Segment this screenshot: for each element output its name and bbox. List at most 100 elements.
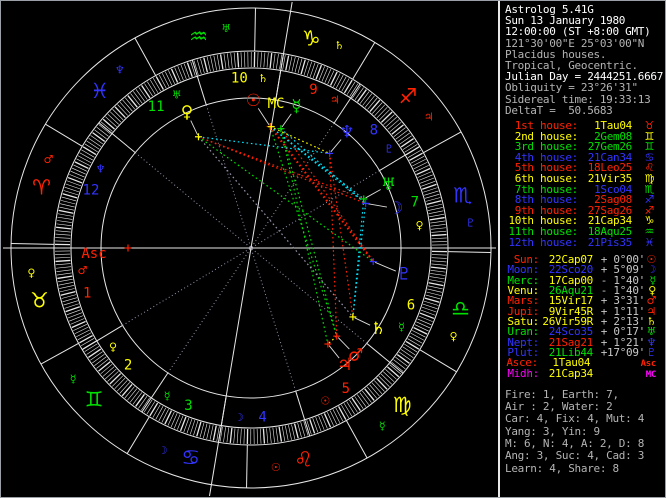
degree-tick <box>121 384 133 397</box>
degree-tick <box>351 397 361 411</box>
degree-tick <box>132 392 143 405</box>
degree-tick <box>55 233 71 236</box>
degree-tick <box>223 53 227 69</box>
degree-tick <box>417 318 432 326</box>
degree-tick <box>60 290 76 296</box>
degree-tick <box>57 275 73 280</box>
degree-tick <box>147 81 156 95</box>
aspect-line-mercury-jupiter <box>280 128 329 345</box>
degree-tick <box>395 129 408 140</box>
header-line-2: 12:00:00 (ST +8:00 GMT) <box>505 25 651 39</box>
degree-tick <box>119 101 131 114</box>
degree-tick <box>269 53 273 69</box>
planet-glyph-saturn: ♄ <box>371 319 386 339</box>
degree-tick <box>244 52 246 68</box>
degree-tick <box>230 53 233 69</box>
degree-tick <box>380 111 393 123</box>
house-ruler-icon: ♀ <box>109 341 117 354</box>
planet-pointer-line <box>354 317 371 326</box>
degree-tick <box>56 226 72 230</box>
degree-tick <box>259 428 262 444</box>
sign-glyph-virgo: ♍ <box>393 393 412 417</box>
aspect-line-venus-pluto <box>198 136 374 263</box>
sign-glyph-cancer: ♋ <box>181 445 200 469</box>
degree-tick <box>109 373 122 385</box>
degree-tick <box>56 272 72 276</box>
aspect-line-mercury-mars <box>280 128 338 337</box>
degree-tick <box>409 335 423 344</box>
degree-tick <box>383 371 395 383</box>
astrolog-window: ♈ ♂ ♉ ♀ ♊ ☿ ♋ ☽ ♌ ☉ ♍ ☿ ♎ ♀ ♏ ♇ ♐ ♃ ♑ ♄ ♒ ♅ ♓ ♆ 1 ♂ 2 ♀ 3 ☿ 4 ☽ 5 ☉ 6 ☿ 7 ♀ 8 ♇… <box>0 0 666 498</box>
degree-tick <box>243 428 245 444</box>
sign-ruler-icon: ♆ <box>115 64 125 77</box>
degree-tick <box>216 54 221 70</box>
degree-tick <box>324 68 332 83</box>
degree-tick <box>346 401 355 415</box>
degree-tick <box>55 256 71 259</box>
degree-tick <box>332 409 341 423</box>
info-sidebar: Astrolog 5.41G Sun 13 January 1980 12:00:0… <box>498 1 665 497</box>
sign-ruler-icon: ☉ <box>271 461 281 474</box>
sign-glyph-aries: ♈ <box>32 176 51 200</box>
degree-tick <box>158 74 167 89</box>
degree-tick <box>272 427 275 443</box>
degree-tick <box>155 76 165 90</box>
degree-tick <box>333 73 341 87</box>
planet-row-midh: Midh: 21Cap34 MC <box>505 368 665 380</box>
degree-tick <box>240 428 242 444</box>
degree-tick <box>100 363 113 375</box>
degree-tick <box>130 93 140 106</box>
sign-ruler-icon: ♀ <box>450 330 458 343</box>
degree-tick <box>278 426 283 442</box>
aspect-line-venus-neptune <box>198 136 330 154</box>
degree-tick <box>84 143 98 153</box>
sign-glyph-libra: ♎ <box>451 296 470 320</box>
degree-tick <box>402 141 416 150</box>
degree-tick <box>430 227 446 230</box>
degree-tick <box>415 165 429 172</box>
degree-tick <box>376 106 388 119</box>
degree-tick <box>200 58 205 74</box>
sign-glyph-leo: ♌ <box>294 448 313 472</box>
point-label-mc: MC <box>268 96 285 112</box>
planet-position-list: Sun: 22Cap07 + 0°00' ☉ Moon: 22Sco20 + 5°09' ☽ M… <box>505 254 665 381</box>
degree-tick <box>196 421 202 437</box>
planet-glyph-mercury: ☿ <box>291 96 301 116</box>
sign-glyph-sagittarius: ♐ <box>399 85 418 109</box>
degree-tick <box>59 288 75 293</box>
degree-tick <box>427 285 443 290</box>
planet-glyph-sun: ☉ <box>246 91 261 111</box>
degree-tick <box>430 224 446 227</box>
degree-tick <box>55 240 71 242</box>
degree-tick <box>122 99 133 112</box>
degree-tick <box>79 152 93 161</box>
degree-tick <box>343 403 353 417</box>
degree-tick <box>269 427 272 443</box>
degree-tick <box>55 253 71 255</box>
degree-tick <box>124 97 136 110</box>
planet-glyph-moon: ☽ <box>388 199 403 219</box>
sign-ruler-icon: ♃ <box>424 110 434 123</box>
degree-tick <box>227 53 230 69</box>
degree-tick <box>374 104 386 116</box>
degree-tick <box>161 73 170 87</box>
sign-ruler-icon: ♀ <box>27 266 35 279</box>
sign-boundary <box>40 342 79 365</box>
degree-tick <box>431 237 447 240</box>
degree-tick <box>431 230 447 233</box>
degree-tick <box>236 428 239 444</box>
degree-tick <box>329 410 337 425</box>
degree-tick <box>431 241 447 243</box>
degree-tick <box>335 407 344 422</box>
degree-tick <box>337 406 347 420</box>
degree-tick <box>300 421 306 437</box>
degree-tick <box>341 404 350 419</box>
degree-tick <box>431 260 447 263</box>
degree-tick <box>429 213 445 218</box>
degree-tick <box>203 423 208 439</box>
degree-tick <box>426 200 442 206</box>
sign-boundary <box>423 131 462 154</box>
degree-tick <box>77 155 92 164</box>
sign-ruler-icon: ♂ <box>43 153 53 166</box>
degree-tick <box>127 388 138 401</box>
